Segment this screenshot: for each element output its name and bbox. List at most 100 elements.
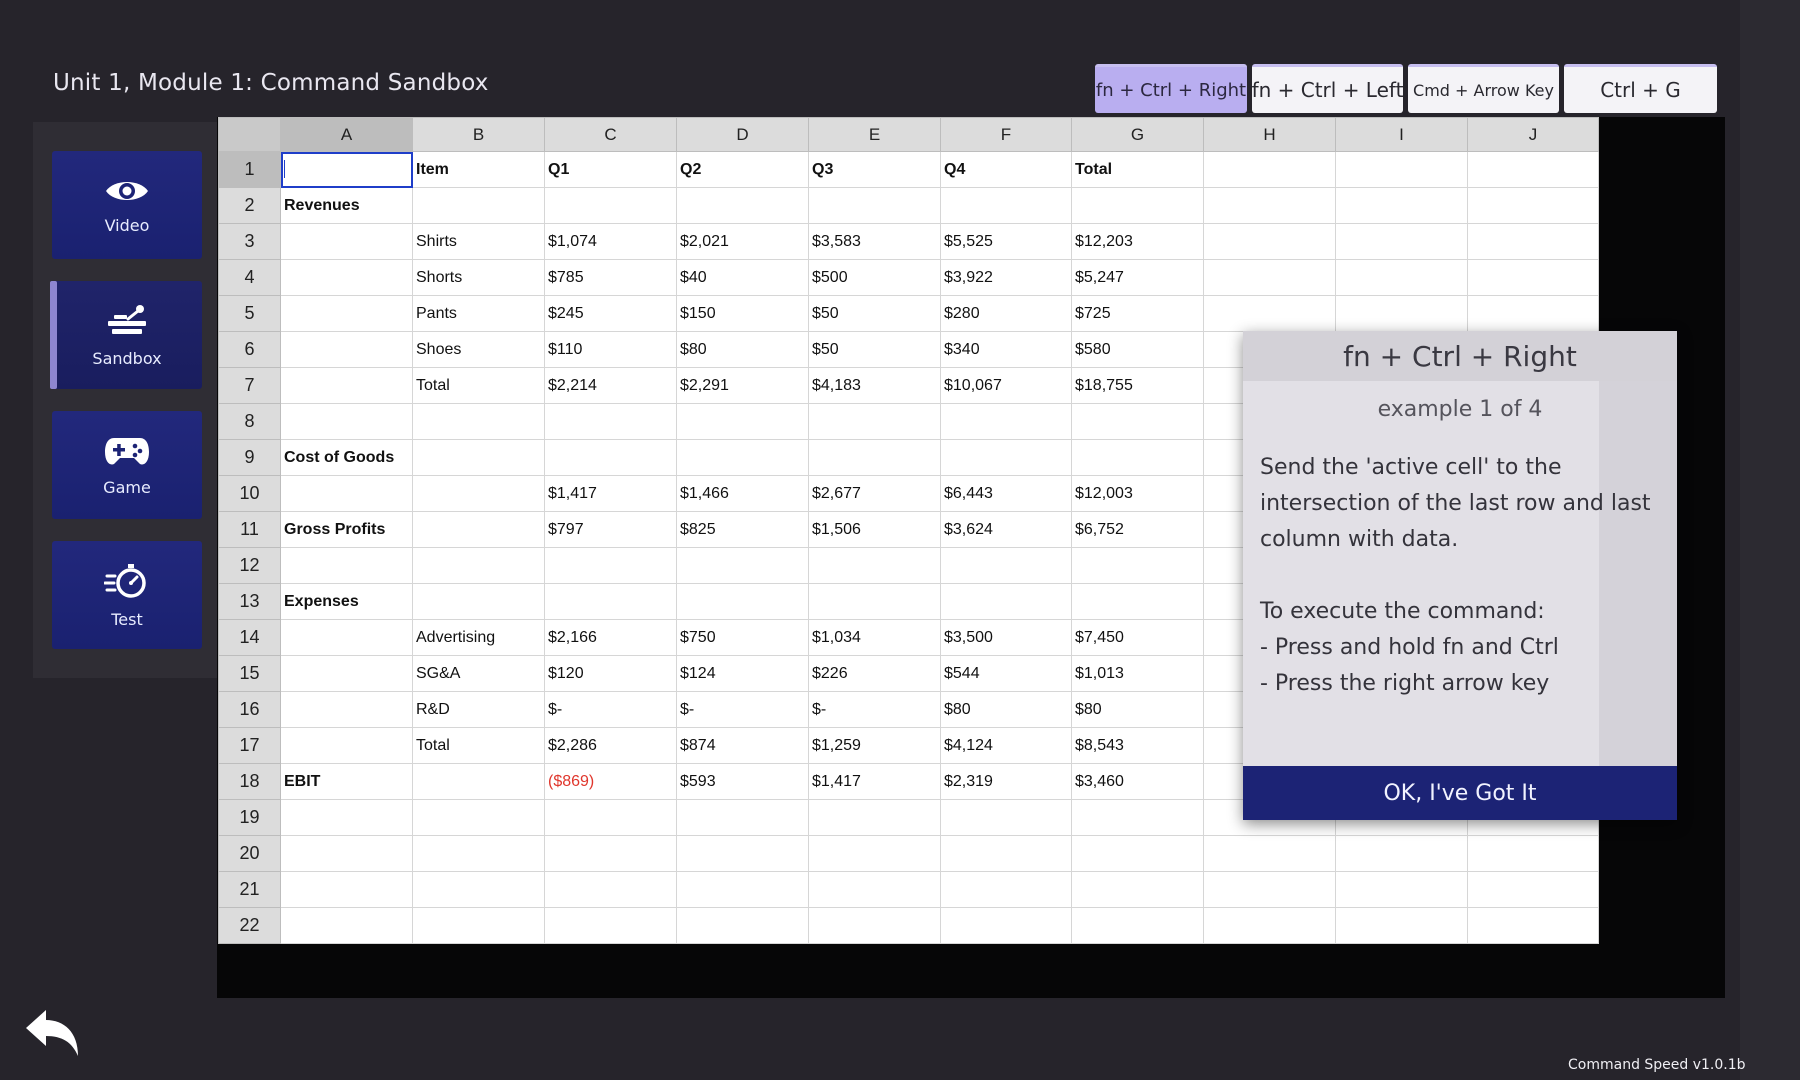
cell-G1[interactable]: Total bbox=[1071, 151, 1204, 188]
cell-H21[interactable] bbox=[1203, 871, 1336, 908]
cell-E4[interactable]: $500 bbox=[808, 259, 941, 296]
cell-A5[interactable] bbox=[280, 295, 413, 332]
cell-F6[interactable]: $340 bbox=[940, 331, 1072, 368]
cell-B22[interactable] bbox=[412, 907, 545, 944]
cell-B16[interactable]: R&D bbox=[412, 691, 545, 728]
cell-G20[interactable] bbox=[1071, 835, 1204, 872]
cell-G2[interactable] bbox=[1071, 187, 1204, 224]
cell-H2[interactable] bbox=[1203, 187, 1336, 224]
cell-C2[interactable] bbox=[544, 187, 677, 224]
cell-C21[interactable] bbox=[544, 871, 677, 908]
cell-B12[interactable] bbox=[412, 547, 545, 584]
cell-I1[interactable] bbox=[1335, 151, 1468, 188]
cell-F3[interactable]: $5,525 bbox=[940, 223, 1072, 260]
cell-A7[interactable] bbox=[280, 367, 413, 404]
cell-F14[interactable]: $3,500 bbox=[940, 619, 1072, 656]
cell-B21[interactable] bbox=[412, 871, 545, 908]
cell-G12[interactable] bbox=[1071, 547, 1204, 584]
cell-J1[interactable] bbox=[1467, 151, 1599, 188]
row-header[interactable]: 20 bbox=[218, 835, 281, 872]
cell-E10[interactable]: $2,677 bbox=[808, 475, 941, 512]
cell-A12[interactable] bbox=[280, 547, 413, 584]
column-header[interactable]: I bbox=[1335, 117, 1468, 152]
cell-D22[interactable] bbox=[676, 907, 809, 944]
cell-J5[interactable] bbox=[1467, 295, 1599, 332]
cell-J2[interactable] bbox=[1467, 187, 1599, 224]
cell-A18[interactable]: EBIT bbox=[280, 763, 413, 800]
cell-C8[interactable] bbox=[544, 403, 677, 440]
cell-E1[interactable]: Q3 bbox=[808, 151, 941, 188]
cell-B11[interactable] bbox=[412, 511, 545, 548]
cell-H22[interactable] bbox=[1203, 907, 1336, 944]
cell-I21[interactable] bbox=[1335, 871, 1468, 908]
row-header[interactable]: 18 bbox=[218, 763, 281, 800]
cell-E9[interactable] bbox=[808, 439, 941, 476]
cell-D7[interactable]: $2,291 bbox=[676, 367, 809, 404]
cell-F21[interactable] bbox=[940, 871, 1072, 908]
tab-cmd-arrow-key[interactable]: Cmd + Arrow Key bbox=[1408, 64, 1559, 113]
column-header[interactable]: D bbox=[676, 117, 809, 152]
cell-F8[interactable] bbox=[940, 403, 1072, 440]
cell-D14[interactable]: $750 bbox=[676, 619, 809, 656]
row-header[interactable]: 15 bbox=[218, 655, 281, 692]
cell-G22[interactable] bbox=[1071, 907, 1204, 944]
cell-B17[interactable]: Total bbox=[412, 727, 545, 764]
cell-G17[interactable]: $8,543 bbox=[1071, 727, 1204, 764]
cell-E12[interactable] bbox=[808, 547, 941, 584]
cell-A14[interactable] bbox=[280, 619, 413, 656]
cell-E19[interactable] bbox=[808, 799, 941, 836]
row-header[interactable]: 6 bbox=[218, 331, 281, 368]
cell-C16[interactable]: $- bbox=[544, 691, 677, 728]
row-header[interactable]: 10 bbox=[218, 475, 281, 512]
cell-F2[interactable] bbox=[940, 187, 1072, 224]
cell-D1[interactable]: Q2 bbox=[676, 151, 809, 188]
cell-D8[interactable] bbox=[676, 403, 809, 440]
cell-H5[interactable] bbox=[1203, 295, 1336, 332]
cell-D9[interactable] bbox=[676, 439, 809, 476]
tab-fn-ctrl-right[interactable]: fn + Ctrl + Right bbox=[1095, 64, 1247, 113]
tab-fn-ctrl-left[interactable]: fn + Ctrl + Left bbox=[1252, 64, 1403, 113]
cell-A20[interactable] bbox=[280, 835, 413, 872]
cell-J22[interactable] bbox=[1467, 907, 1599, 944]
cell-B2[interactable] bbox=[412, 187, 545, 224]
cell-E6[interactable]: $50 bbox=[808, 331, 941, 368]
cell-I2[interactable] bbox=[1335, 187, 1468, 224]
row-header[interactable]: 12 bbox=[218, 547, 281, 584]
cell-F9[interactable] bbox=[940, 439, 1072, 476]
cell-G7[interactable]: $18,755 bbox=[1071, 367, 1204, 404]
cell-F4[interactable]: $3,922 bbox=[940, 259, 1072, 296]
sidebar-item-video[interactable]: Video bbox=[52, 151, 202, 259]
column-header[interactable]: H bbox=[1203, 117, 1336, 152]
cell-D17[interactable]: $874 bbox=[676, 727, 809, 764]
cell-G16[interactable]: $80 bbox=[1071, 691, 1204, 728]
cell-F1[interactable]: Q4 bbox=[940, 151, 1072, 188]
cell-A8[interactable] bbox=[280, 403, 413, 440]
cell-F17[interactable]: $4,124 bbox=[940, 727, 1072, 764]
cell-A10[interactable] bbox=[280, 475, 413, 512]
cell-C11[interactable]: $797 bbox=[544, 511, 677, 548]
cell-B13[interactable] bbox=[412, 583, 545, 620]
cell-D16[interactable]: $- bbox=[676, 691, 809, 728]
cell-B6[interactable]: Shoes bbox=[412, 331, 545, 368]
row-header[interactable]: 8 bbox=[218, 403, 281, 440]
cell-F13[interactable] bbox=[940, 583, 1072, 620]
cell-A15[interactable] bbox=[280, 655, 413, 692]
cell-D11[interactable]: $825 bbox=[676, 511, 809, 548]
cell-A1[interactable] bbox=[280, 151, 413, 188]
cell-D3[interactable]: $2,021 bbox=[676, 223, 809, 260]
cell-C15[interactable]: $120 bbox=[544, 655, 677, 692]
cell-A16[interactable] bbox=[280, 691, 413, 728]
cell-C19[interactable] bbox=[544, 799, 677, 836]
cell-B20[interactable] bbox=[412, 835, 545, 872]
cell-E18[interactable]: $1,417 bbox=[808, 763, 941, 800]
column-header[interactable]: C bbox=[544, 117, 677, 152]
cell-D10[interactable]: $1,466 bbox=[676, 475, 809, 512]
cell-F22[interactable] bbox=[940, 907, 1072, 944]
cell-F7[interactable]: $10,067 bbox=[940, 367, 1072, 404]
tab-ctrl-g[interactable]: Ctrl + G bbox=[1564, 64, 1717, 113]
cell-A11[interactable]: Gross Profits bbox=[280, 511, 413, 548]
cell-G5[interactable]: $725 bbox=[1071, 295, 1204, 332]
cell-B3[interactable]: Shirts bbox=[412, 223, 545, 260]
cell-G3[interactable]: $12,203 bbox=[1071, 223, 1204, 260]
cell-B15[interactable]: SG&A bbox=[412, 655, 545, 692]
